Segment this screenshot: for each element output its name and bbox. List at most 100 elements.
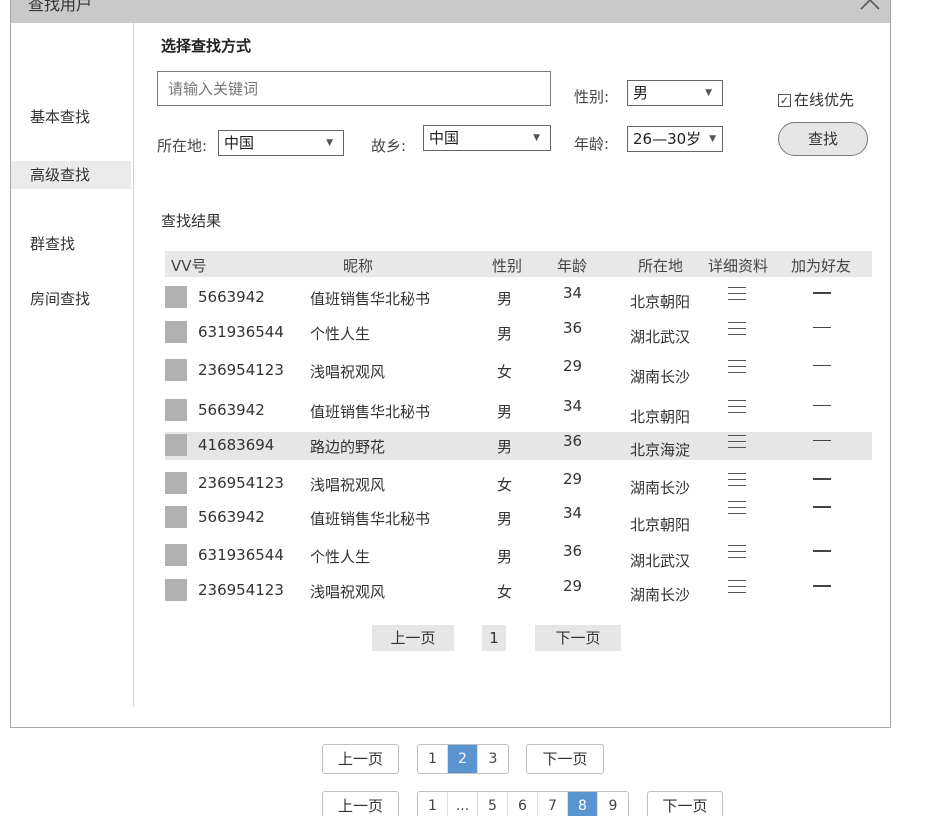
add-friend-icon[interactable] bbox=[813, 585, 831, 587]
sidebar-item-advanced-search[interactable]: 高级查找 bbox=[11, 161, 131, 189]
page-number-button[interactable]: 9 bbox=[598, 792, 628, 816]
table-row[interactable]: 236954123 浅唱祝观风 女 29 湖南长沙 bbox=[165, 357, 872, 386]
details-menu-icon[interactable] bbox=[728, 287, 746, 301]
column-header-nickname: 昵称 bbox=[343, 257, 374, 275]
column-header-gender: 性别 bbox=[492, 257, 523, 275]
cell-age: 29 bbox=[563, 577, 583, 595]
add-friend-icon[interactable] bbox=[813, 478, 831, 480]
sidebar-item-group-search[interactable]: 群查找 bbox=[11, 230, 131, 258]
avatar bbox=[165, 579, 187, 601]
page-number-button[interactable]: 2 bbox=[448, 745, 478, 773]
location-select[interactable]: 中国 ▼ bbox=[218, 130, 344, 156]
avatar bbox=[165, 544, 187, 566]
page-number-button[interactable]: 1 bbox=[482, 625, 506, 651]
cell-gender: 女 bbox=[497, 363, 513, 381]
avatar bbox=[165, 472, 187, 494]
search-button[interactable]: 查找 bbox=[778, 122, 868, 156]
table-row[interactable]: 41683694 路边的野花 男 36 北京海淀 bbox=[165, 432, 872, 460]
sidebar-item-basic-search[interactable]: 基本查找 bbox=[11, 103, 131, 131]
details-menu-icon[interactable] bbox=[728, 435, 746, 449]
add-friend-icon[interactable] bbox=[813, 327, 831, 328]
close-icon[interactable] bbox=[858, 0, 882, 12]
add-friend-icon[interactable] bbox=[813, 405, 831, 406]
cell-gender: 男 bbox=[497, 438, 513, 456]
search-mode-sidebar: 基本查找 高级查找 群查找 房间查找 bbox=[11, 23, 134, 707]
details-menu-icon[interactable] bbox=[728, 322, 746, 336]
cell-nickname: 个性人生 bbox=[310, 548, 371, 566]
details-menu-icon[interactable] bbox=[728, 501, 746, 515]
details-menu-icon[interactable] bbox=[728, 360, 746, 374]
hometown-label: 故乡: bbox=[371, 137, 407, 155]
cell-location: 北京朝阳 bbox=[630, 408, 691, 426]
cell-age: 29 bbox=[563, 470, 583, 488]
online-first-label: 在线优先 bbox=[794, 91, 855, 109]
page-number-button[interactable]: 6 bbox=[508, 792, 538, 816]
gender-select[interactable]: 男 ▼ bbox=[627, 80, 723, 106]
pager1-next-button[interactable]: 下一页 bbox=[526, 744, 604, 774]
page-number-button[interactable]: 8 bbox=[568, 792, 598, 816]
details-menu-icon[interactable] bbox=[728, 580, 746, 594]
add-friend-icon[interactable] bbox=[813, 550, 831, 552]
chevron-down-icon: ▼ bbox=[705, 88, 712, 98]
cell-gender: 男 bbox=[497, 325, 513, 343]
cell-location: 湖南长沙 bbox=[630, 586, 691, 604]
pager1-prev-button[interactable]: 上一页 bbox=[322, 744, 399, 774]
cell-nickname: 浅唱祝观风 bbox=[310, 476, 386, 494]
table-row[interactable]: 5663942 值班销售华北秘书 男 34 北京朝阳 bbox=[165, 501, 872, 534]
details-menu-icon[interactable] bbox=[728, 545, 746, 559]
page-number-button[interactable]: 1 bbox=[418, 792, 448, 816]
page-number-button[interactable]: 5 bbox=[478, 792, 508, 816]
table-row[interactable]: 5663942 值班销售华北秘书 男 34 北京朝阳 bbox=[165, 397, 872, 426]
age-select[interactable]: 26—30岁 ▼ bbox=[627, 126, 723, 152]
table-row[interactable]: 5663942 值班销售华北秘书 男 34 北京朝阳 bbox=[165, 284, 872, 312]
gender-select-value: 男 bbox=[633, 84, 649, 102]
cell-age: 36 bbox=[563, 432, 583, 450]
table-row[interactable]: 236954123 浅唱祝观风 女 29 湖南长沙 bbox=[165, 577, 872, 605]
hometown-select[interactable]: 中国 ▼ bbox=[423, 125, 551, 151]
online-first-checkbox[interactable]: ✓ 在线优先 bbox=[778, 89, 854, 110]
cell-gender: 女 bbox=[497, 476, 513, 494]
add-friend-icon[interactable] bbox=[813, 506, 831, 508]
cell-nickname: 路边的野花 bbox=[310, 438, 386, 456]
page-number-button[interactable]: 3 bbox=[478, 745, 508, 773]
avatar bbox=[165, 286, 187, 308]
page-number-button[interactable]: 1 bbox=[418, 745, 448, 773]
page-number-button[interactable]: 7 bbox=[538, 792, 568, 816]
column-header-details: 详细资料 bbox=[708, 257, 769, 275]
cell-gender: 男 bbox=[497, 548, 513, 566]
column-header-vv: VV号 bbox=[171, 257, 207, 275]
cell-gender: 男 bbox=[497, 403, 513, 421]
table-row[interactable]: 631936544 个性人生 男 36 湖北武汉 bbox=[165, 542, 872, 570]
cell-location: 湖南长沙 bbox=[630, 368, 691, 386]
add-friend-icon[interactable] bbox=[813, 440, 831, 441]
chevron-down-icon: ▼ bbox=[533, 133, 540, 143]
pager2-next-button[interactable]: 下一页 bbox=[647, 791, 723, 816]
sidebar-item-room-search[interactable]: 房间查找 bbox=[11, 285, 131, 313]
dialog-title: 查找用户 bbox=[28, 0, 93, 14]
cell-vv-number: 236954123 bbox=[198, 474, 284, 492]
cell-gender: 男 bbox=[497, 290, 513, 308]
cell-location: 湖北武汉 bbox=[630, 552, 691, 570]
cell-gender: 女 bbox=[497, 583, 513, 601]
cell-nickname: 值班销售华北秘书 bbox=[310, 403, 431, 421]
cell-age: 36 bbox=[563, 542, 583, 560]
avatar bbox=[165, 399, 187, 421]
pager-ellipsis: ... bbox=[448, 792, 478, 816]
hometown-select-value: 中国 bbox=[429, 129, 460, 147]
column-header-age: 年龄 bbox=[557, 257, 588, 275]
table-row[interactable]: 236954123 浅唱祝观风 女 29 湖南长沙 bbox=[165, 470, 872, 498]
cell-age: 34 bbox=[563, 284, 583, 302]
pager2-prev-button[interactable]: 上一页 bbox=[322, 791, 399, 816]
cell-gender: 男 bbox=[497, 510, 513, 528]
keyword-input[interactable] bbox=[157, 71, 551, 106]
next-page-button[interactable]: 下一页 bbox=[535, 625, 621, 651]
table-header: VV号 昵称 性别 年龄 所在地 详细资料 加为好友 bbox=[165, 251, 872, 277]
table-row[interactable]: 631936544 个性人生 男 36 湖北武汉 bbox=[165, 319, 872, 347]
add-friend-icon[interactable] bbox=[813, 292, 831, 294]
prev-page-button[interactable]: 上一页 bbox=[372, 625, 454, 651]
details-menu-icon[interactable] bbox=[728, 473, 746, 487]
cell-nickname: 浅唱祝观风 bbox=[310, 583, 386, 601]
details-menu-icon[interactable] bbox=[728, 400, 746, 414]
cell-vv-number: 5663942 bbox=[198, 508, 265, 526]
add-friend-icon[interactable] bbox=[813, 365, 831, 366]
